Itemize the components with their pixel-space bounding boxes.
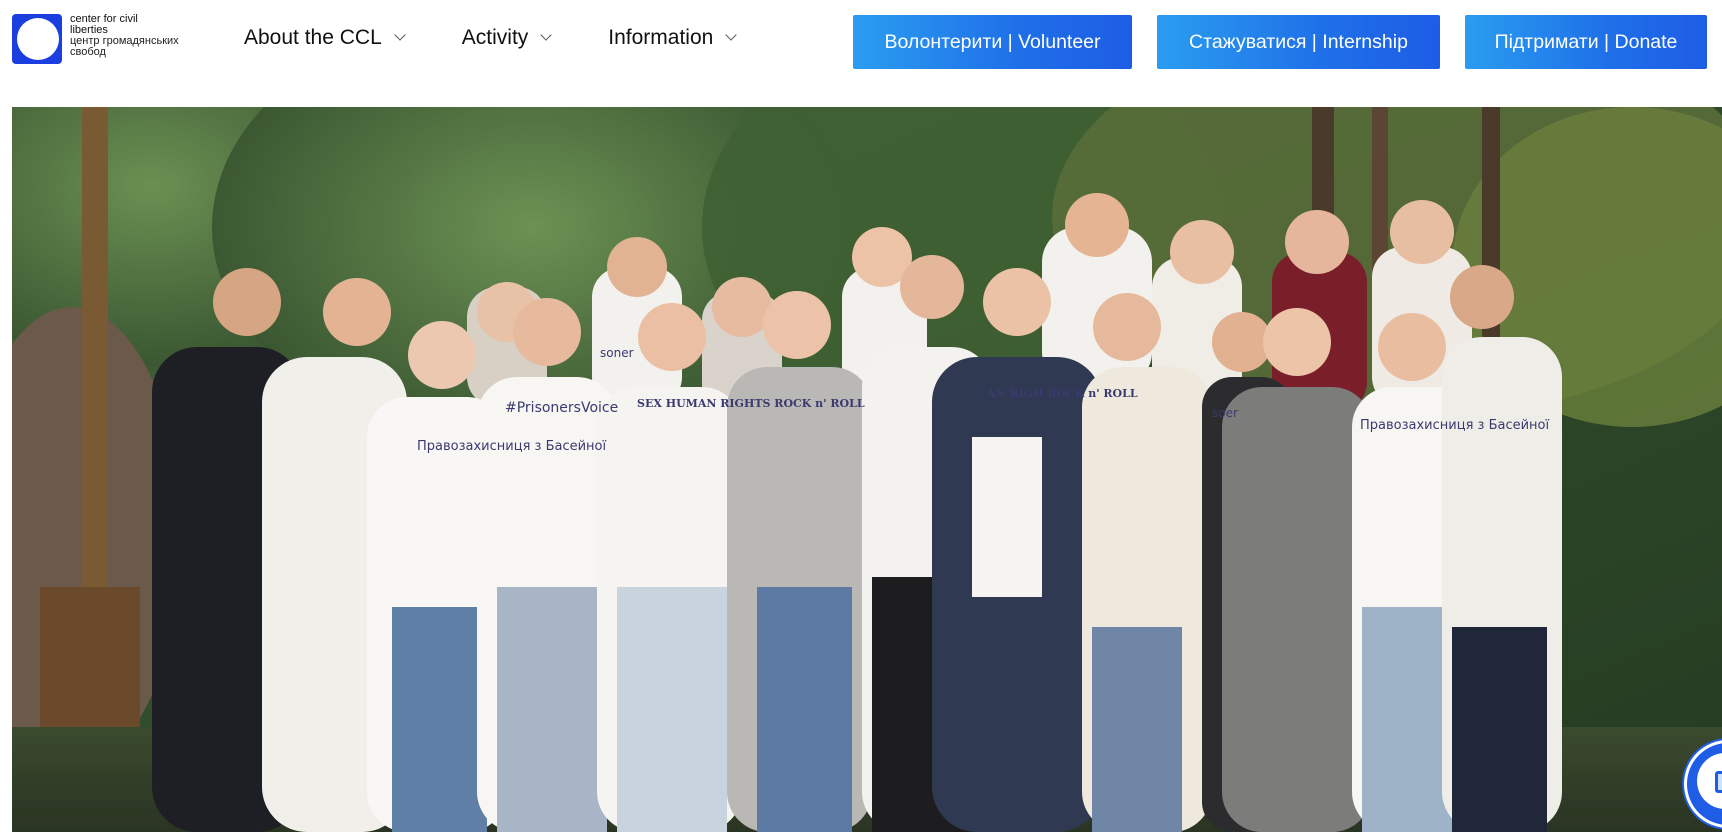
logo-line-ua-2: свобод <box>70 46 106 58</box>
internship-button[interactable]: Стажуватися | Internship <box>1157 15 1440 69</box>
chevron-down-icon <box>540 29 552 41</box>
nav-item-about-label: About the CCL <box>244 26 382 49</box>
nav-item-about[interactable]: About the CCL <box>244 26 406 50</box>
donate-button[interactable]: Підтримати | Donate <box>1465 15 1707 69</box>
people-group <box>152 193 1562 832</box>
tshirt-print: AN RIGH ROCK n' ROLL <box>986 387 1138 400</box>
tshirt-print: #PrisonersVoice <box>505 400 618 416</box>
team-photo-illustration: Правозахисниця з Басейної #PrisonersVoic… <box>12 107 1722 832</box>
lamp-post-base <box>40 587 140 737</box>
site-logo[interactable]: center for civil liberties центр громадя… <box>12 14 179 74</box>
lamp-post <box>82 107 108 627</box>
tshirt-print: soner <box>600 346 634 360</box>
nav-item-information-label: Information <box>608 26 714 49</box>
page: center for civil liberties центр громадя… <box>0 0 1722 832</box>
volunteer-button[interactable]: Волонтерити | Volunteer <box>853 15 1132 69</box>
chevron-down-icon <box>394 29 406 41</box>
hero-team-photo: Правозахисниця з Басейної #PrisonersVoic… <box>12 107 1722 832</box>
logo-text: center for civil liberties центр громадя… <box>70 14 179 58</box>
main-nav: About the CCL Activity Information <box>244 26 793 50</box>
nav-item-activity[interactable]: Activity <box>461 26 552 50</box>
tshirt-print: soer <box>1212 406 1238 420</box>
chat-icon <box>1715 771 1722 793</box>
nav-item-information[interactable]: Information <box>608 26 738 50</box>
tshirt-print: Правозахисниця з Басейної <box>1360 418 1550 433</box>
logo-mark-icon <box>12 14 62 64</box>
site-header: center for civil liberties центр громадя… <box>0 0 1722 100</box>
nav-item-activity-label: Activity <box>461 26 529 49</box>
tshirt-print: Правозахисниця з Басейної <box>417 439 607 454</box>
tshirt-print: SEX HUMAN RIGHTS ROCK n' ROLL <box>637 397 865 410</box>
chevron-down-icon <box>725 29 738 41</box>
